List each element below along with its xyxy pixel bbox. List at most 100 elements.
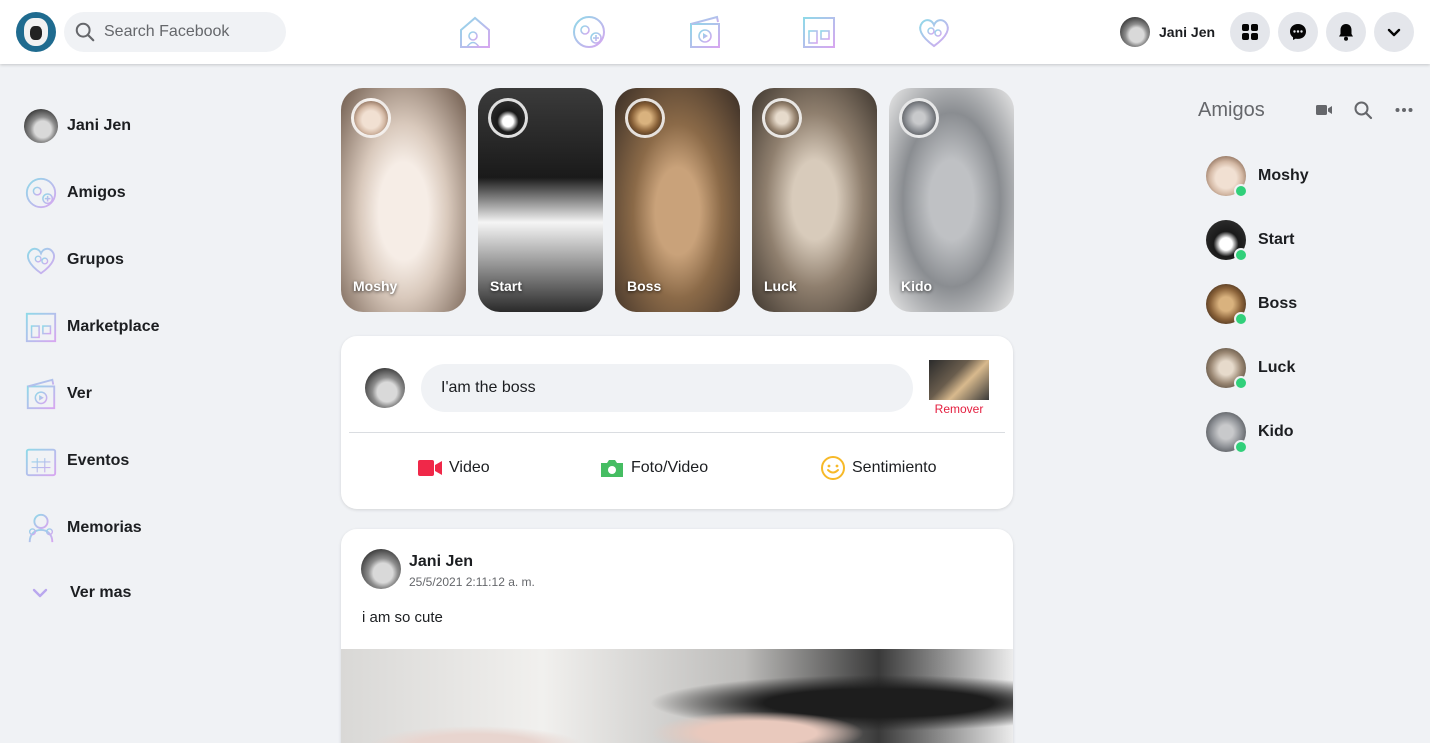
see-more-button[interactable]: Ver mas (24, 573, 284, 613)
avatar (1206, 348, 1248, 390)
search-icon[interactable] (1353, 100, 1373, 120)
calendar-icon (24, 444, 58, 478)
contact-name: Start (1258, 231, 1295, 248)
online-indicator (1234, 312, 1248, 326)
smiley-icon (821, 456, 845, 480)
photo-video-label: Foto/Video (631, 459, 709, 476)
story-name: Boss (627, 278, 662, 294)
avatar (625, 98, 665, 138)
messenger-icon (1290, 24, 1306, 40)
story-card[interactable]: Start (478, 88, 603, 312)
sidebar-item-label: Memorias (67, 519, 142, 536)
top-navigation-bar: Jani Jen (0, 0, 1430, 64)
contact-item[interactable]: Start (1206, 220, 1295, 262)
sidebar-item-label: Ver (67, 385, 92, 402)
see-more-label: Ver mas (70, 584, 132, 601)
avatar (762, 98, 802, 138)
sidebar-item-eventos[interactable]: Eventos (24, 441, 284, 481)
story-card[interactable]: Luck (752, 88, 877, 312)
feeling-button[interactable]: Sentimiento (820, 454, 937, 482)
online-indicator (1234, 376, 1248, 390)
chevron-down-icon (1387, 28, 1401, 37)
video-call-icon[interactable] (1314, 100, 1334, 120)
story-card[interactable]: Boss (615, 88, 740, 312)
composer-input[interactable]: I'am the boss (421, 364, 913, 412)
online-indicator (1234, 184, 1248, 198)
sidebar-item-label: Eventos (67, 452, 130, 469)
post-composer: I'am the boss Remover Video Foto/Video S… (341, 336, 1013, 509)
search-icon (75, 22, 95, 42)
contact-item[interactable]: Boss (1206, 284, 1298, 326)
camera-icon (601, 460, 623, 477)
contact-name: Luck (1258, 359, 1296, 376)
avatar (1206, 220, 1248, 262)
contact-name: Boss (1258, 295, 1298, 312)
contact-item[interactable]: Kido (1206, 412, 1294, 454)
nav-marketplace-icon[interactable] (801, 14, 837, 50)
app-logo[interactable] (16, 12, 56, 52)
avatar (351, 98, 391, 138)
post-author[interactable]: Jani Jen (409, 553, 473, 571)
sidebar-item-profile[interactable]: Jani Jen (24, 106, 284, 146)
story-card[interactable]: Moshy (341, 88, 466, 312)
video-button[interactable]: Video (417, 454, 490, 482)
nav-watch-icon[interactable] (687, 14, 723, 50)
avatar (1206, 284, 1248, 326)
contact-name: Kido (1258, 423, 1294, 440)
post-timestamp[interactable]: 25/5/2021 2:11:12 a. m. (409, 575, 535, 589)
avatar (899, 98, 939, 138)
search-input[interactable] (104, 22, 274, 42)
sidebar-item-label: Amigos (67, 184, 126, 201)
sidebar-item-amigos[interactable]: Amigos (24, 173, 284, 213)
post-image[interactable] (341, 649, 1013, 743)
header-profile-name: Jani Jen (1159, 24, 1216, 40)
account-dropdown-button[interactable] (1374, 12, 1414, 52)
photo-video-button[interactable]: Foto/Video (599, 454, 708, 482)
divider (349, 432, 1005, 433)
online-indicator (1234, 440, 1248, 454)
notifications-button[interactable] (1326, 12, 1366, 52)
contact-item[interactable]: Luck (1206, 348, 1296, 390)
more-icon[interactable] (1394, 100, 1414, 120)
avatar (1206, 412, 1248, 454)
story-name: Kido (901, 278, 933, 294)
sidebar-item-marketplace[interactable]: Marketplace (24, 307, 284, 347)
avatar (24, 109, 58, 143)
sidebar-item-label: Marketplace (67, 318, 160, 335)
remove-attachment-link[interactable]: Remover (929, 402, 989, 416)
sidebar-item-label: Grupos (67, 251, 124, 268)
video-camera-icon (418, 460, 442, 476)
contact-item[interactable]: Moshy (1206, 156, 1309, 198)
story-name: Start (490, 278, 522, 294)
nav-home-icon[interactable] (457, 14, 493, 50)
menu-grid-icon (1242, 24, 1258, 40)
sidebar-item-grupos[interactable]: Grupos (24, 240, 284, 280)
groups-icon (24, 243, 58, 277)
online-indicator (1234, 248, 1248, 262)
search-box[interactable] (64, 12, 286, 52)
avatar (488, 98, 528, 138)
avatar (365, 368, 405, 408)
marketplace-icon (24, 310, 58, 344)
friends-icon (24, 176, 58, 210)
chevron-down-icon (32, 588, 48, 598)
sidebar-item-ver[interactable]: Ver (24, 374, 284, 414)
avatar[interactable] (361, 549, 401, 589)
feeling-label: Sentimiento (852, 459, 937, 476)
watch-icon (24, 377, 58, 411)
memories-icon (24, 511, 58, 545)
avatar (1120, 17, 1150, 47)
sidebar-item-memorias[interactable]: Memorias (24, 508, 284, 548)
menu-grid-button[interactable] (1230, 12, 1270, 52)
sidebar-item-label: Jani Jen (67, 117, 132, 134)
messenger-button[interactable] (1278, 12, 1318, 52)
contacts-title: Amigos (1198, 99, 1265, 121)
nav-friends-icon[interactable] (571, 14, 607, 50)
header-profile-link[interactable]: Jani Jen (1120, 14, 1215, 50)
story-name: Moshy (353, 278, 398, 294)
notifications-icon (1339, 24, 1353, 41)
story-card[interactable]: Kido (889, 88, 1014, 312)
nav-groups-icon[interactable] (916, 14, 952, 50)
avatar (1206, 156, 1248, 198)
story-name: Luck (764, 278, 797, 294)
